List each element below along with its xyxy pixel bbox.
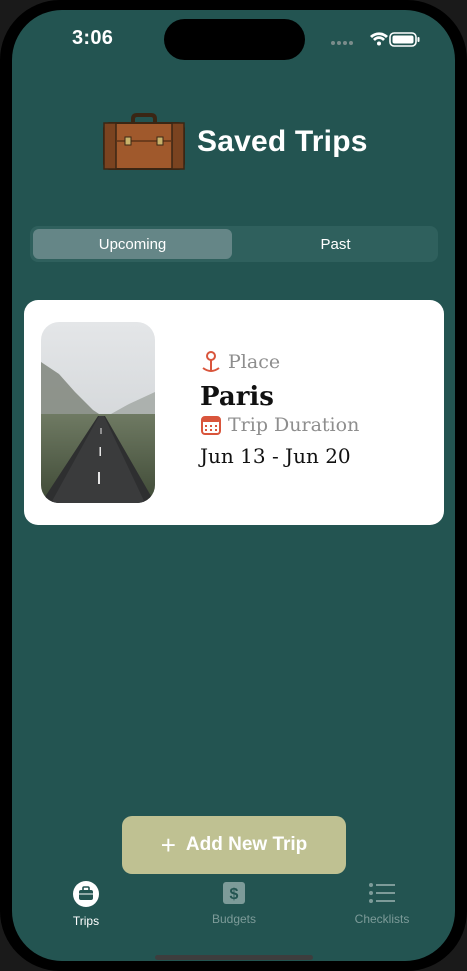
list-icon bbox=[369, 883, 395, 903]
tab-budgets-label: Budgets bbox=[211, 912, 257, 926]
tab-bar: Trips $ Budgets Checklists bbox=[0, 880, 467, 940]
cellular-icon bbox=[331, 41, 353, 45]
duration-label: Trip Duration bbox=[228, 414, 360, 436]
battery-icon bbox=[389, 32, 420, 47]
tab-trips-label: Trips bbox=[72, 914, 100, 928]
duration-value: Jun 13 - Jun 20 bbox=[200, 444, 351, 468]
status-time: 3:06 bbox=[72, 27, 114, 49]
map-pin-icon bbox=[202, 351, 220, 372]
segment-upcoming[interactable]: Upcoming bbox=[33, 229, 232, 259]
tab-budgets[interactable]: $ Budgets bbox=[184, 880, 284, 926]
dollar-icon: $ bbox=[223, 882, 245, 904]
plus-icon: + bbox=[160, 830, 176, 860]
segment-past[interactable]: Past bbox=[236, 229, 435, 259]
trip-info: Place Paris Trip Duration Jun 13 - Jun 2… bbox=[200, 350, 359, 468]
place-label: Place bbox=[228, 351, 281, 373]
page-title: Saved Trips bbox=[197, 125, 368, 158]
add-new-trip-button[interactable]: + Add New Trip bbox=[122, 816, 346, 874]
place-label-row: Place bbox=[200, 350, 359, 374]
svg-text:$: $ bbox=[230, 886, 239, 903]
dynamic-island bbox=[164, 19, 305, 60]
place-value: Paris bbox=[200, 382, 274, 412]
duration-label-row: Trip Duration bbox=[200, 414, 359, 436]
trip-filter-segmented-control: Upcoming Past bbox=[30, 226, 438, 262]
add-new-trip-label: Add New Trip bbox=[185, 834, 308, 855]
trip-photo bbox=[41, 322, 155, 503]
tab-checklists[interactable]: Checklists bbox=[332, 880, 432, 926]
trip-card[interactable]: Place Paris Trip Duration Jun 13 - Jun 2… bbox=[24, 300, 444, 525]
suitcase-icon bbox=[103, 113, 185, 170]
tab-checklists-label: Checklists bbox=[354, 912, 410, 926]
briefcase-icon bbox=[73, 881, 99, 907]
tab-trips[interactable]: Trips bbox=[36, 880, 136, 928]
status-icons bbox=[331, 32, 420, 47]
header: Saved Trips bbox=[101, 111, 368, 173]
home-indicator bbox=[155, 955, 313, 960]
wifi-icon bbox=[370, 32, 388, 46]
calendar-icon bbox=[201, 416, 221, 435]
